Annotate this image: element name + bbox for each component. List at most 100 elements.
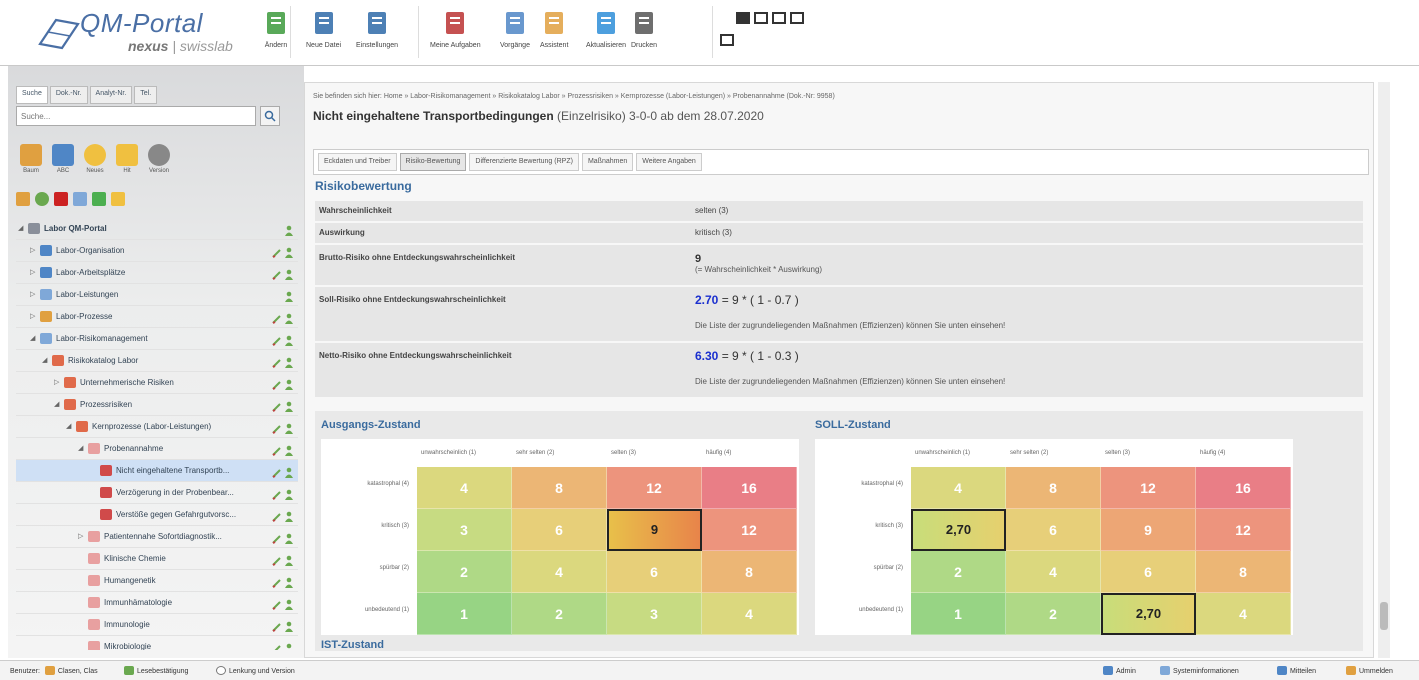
expand-toggle-icon[interactable]: ◢: [78, 438, 83, 460]
search-input[interactable]: [16, 106, 256, 126]
tree-item[interactable]: ◢ Risikokatalog Labor: [16, 350, 298, 372]
status-abmelden[interactable]: Ummelden: [1346, 666, 1393, 675]
tab-massnahmen[interactable]: Maßnahmen: [581, 153, 634, 171]
matrix-risk-marker[interactable]: 2,70: [911, 509, 1006, 551]
expand-toggle-icon[interactable]: ◢: [18, 218, 23, 240]
owner-icon[interactable]: [284, 267, 294, 280]
tree-item[interactable]: ▷ Patientennahe Sofortdiagnostik...: [16, 526, 298, 548]
tree-item[interactable]: ▷ Unternehmerische Risiken: [16, 372, 298, 394]
expand-toggle-icon[interactable]: ▷: [30, 240, 35, 262]
owner-icon[interactable]: [284, 289, 294, 302]
breadcrumb[interactable]: Sie befinden sich hier: Home » Labor-Ris…: [313, 93, 835, 100]
owner-icon[interactable]: [284, 245, 294, 258]
tab-weitere-angaben[interactable]: Weitere Angaben: [636, 153, 702, 171]
layout-toggle-icon[interactable]: [790, 12, 804, 24]
edit-icon[interactable]: [272, 531, 282, 544]
edit-icon[interactable]: [272, 597, 282, 610]
owner-icon[interactable]: [284, 355, 294, 368]
owner-icon[interactable]: [284, 443, 294, 456]
nav-version[interactable]: Version: [144, 144, 174, 174]
tree-item[interactable]: ◢ Labor QM-Portal: [16, 218, 298, 240]
owner-icon[interactable]: [284, 597, 294, 610]
layout-toggle-icon[interactable]: [736, 12, 750, 24]
edit-icon[interactable]: [272, 421, 282, 434]
expand-toggle-icon[interactable]: ▷: [30, 262, 35, 284]
owner-icon[interactable]: [284, 509, 294, 522]
main-scrollbar[interactable]: [1378, 82, 1390, 658]
matrix-risk-marker[interactable]: 9: [607, 509, 702, 551]
tree-item[interactable]: Verstöße gegen Gefahrgutvorsc...: [16, 504, 298, 526]
expand-toggle-icon[interactable]: ◢: [66, 416, 71, 438]
refresh-button[interactable]: Aktualisieren: [586, 8, 626, 49]
pencil-button[interactable]: Ändern: [262, 8, 290, 49]
owner-icon[interactable]: [284, 465, 294, 478]
edit-icon[interactable]: [272, 509, 282, 522]
processes-button[interactable]: Vorgänge: [500, 8, 530, 49]
nav-abc[interactable]: ABC: [48, 144, 78, 174]
tree-item[interactable]: ◢ Prozessrisiken: [16, 394, 298, 416]
owner-icon[interactable]: [284, 575, 294, 588]
owner-icon[interactable]: [284, 619, 294, 632]
move-icon[interactable]: [16, 192, 30, 206]
layout-toggle-icon[interactable]: [754, 12, 768, 24]
tree-item[interactable]: Nicht eingehaltene Transportb...: [16, 460, 298, 482]
edit-icon[interactable]: [272, 443, 282, 456]
favorite-icon[interactable]: [111, 192, 125, 206]
expand-toggle-icon[interactable]: ▷: [78, 526, 83, 548]
layout-toggle-icon[interactable]: [720, 34, 734, 46]
status-systeminfo[interactable]: Systeminformationen: [1160, 666, 1239, 675]
layout-toggle-icon[interactable]: [772, 12, 786, 24]
add-icon[interactable]: [35, 192, 49, 206]
expand-toggle-icon[interactable]: ◢: [30, 328, 35, 350]
status-admin[interactable]: Admin: [1103, 666, 1136, 675]
owner-icon[interactable]: [284, 223, 294, 236]
edit-icon[interactable]: [272, 487, 282, 500]
expand-toggle-icon[interactable]: ▷: [30, 306, 35, 328]
tree-item[interactable]: Verzögerung in der Probenbear...: [16, 482, 298, 504]
nav-baum[interactable]: Baum: [16, 144, 46, 174]
status-mitteilen[interactable]: Mitteilen: [1277, 666, 1316, 675]
expand-toggle-icon[interactable]: ◢: [54, 394, 59, 416]
matrix-risk-marker[interactable]: 2,70: [1101, 593, 1196, 635]
wizard-button[interactable]: Assistent: [540, 8, 568, 49]
tasks-button[interactable]: Meine Aufgaben: [430, 8, 481, 49]
tree-item[interactable]: ▷ Labor-Leistungen: [16, 284, 298, 306]
search-button[interactable]: [260, 106, 280, 126]
edit-icon[interactable]: [272, 333, 282, 346]
tree-item[interactable]: ▷ Labor-Arbeitsplätze: [16, 262, 298, 284]
edit-icon[interactable]: [272, 619, 282, 632]
edit-icon[interactable]: [272, 465, 282, 478]
edit-icon[interactable]: [272, 399, 282, 412]
expand-toggle-icon[interactable]: ▷: [54, 372, 59, 394]
edit-icon[interactable]: [272, 641, 282, 650]
expand-toggle-icon[interactable]: ◢: [42, 350, 47, 372]
nav-hit[interactable]: Hit: [112, 144, 142, 174]
edit-icon[interactable]: [272, 575, 282, 588]
owner-icon[interactable]: [284, 377, 294, 390]
tree-item[interactable]: Immunhämatologie: [16, 592, 298, 614]
owner-icon[interactable]: [284, 399, 294, 412]
tree-item[interactable]: ▷ Labor-Organisation: [16, 240, 298, 262]
tab-differenzierte-bewertung[interactable]: Differenzierte Bewertung (RPZ): [469, 153, 579, 171]
tree-item[interactable]: ◢ Labor-Risikomanagement: [16, 328, 298, 350]
tab-tel[interactable]: Tel.: [134, 86, 158, 104]
nav-neues[interactable]: Neues: [80, 144, 110, 174]
tab-eckdaten[interactable]: Eckdaten und Treiber: [318, 153, 397, 171]
tree-item[interactable]: Klinische Chemie: [16, 548, 298, 570]
edit-icon[interactable]: [272, 267, 282, 280]
settings-button[interactable]: Einstellungen: [356, 8, 398, 49]
tab-risiko-bewertung[interactable]: Risiko-Bewertung: [399, 153, 467, 171]
document-icon[interactable]: [73, 192, 87, 206]
tree-item[interactable]: Immunologie: [16, 614, 298, 636]
owner-icon[interactable]: [284, 333, 294, 346]
status-lenkung[interactable]: Lenkung und Version: [216, 666, 295, 675]
user-name[interactable]: Clasen, Clas: [58, 668, 98, 675]
owner-icon[interactable]: [284, 641, 294, 650]
tree-item[interactable]: ◢ Kernprozesse (Labor-Leistungen): [16, 416, 298, 438]
edit-icon[interactable]: [272, 377, 282, 390]
owner-icon[interactable]: [284, 553, 294, 566]
delete-icon[interactable]: [54, 192, 68, 206]
owner-icon[interactable]: [284, 311, 294, 324]
new-file-button[interactable]: Neue Datei: [306, 8, 341, 49]
tree-item[interactable]: Mikrobiologie: [16, 636, 298, 650]
